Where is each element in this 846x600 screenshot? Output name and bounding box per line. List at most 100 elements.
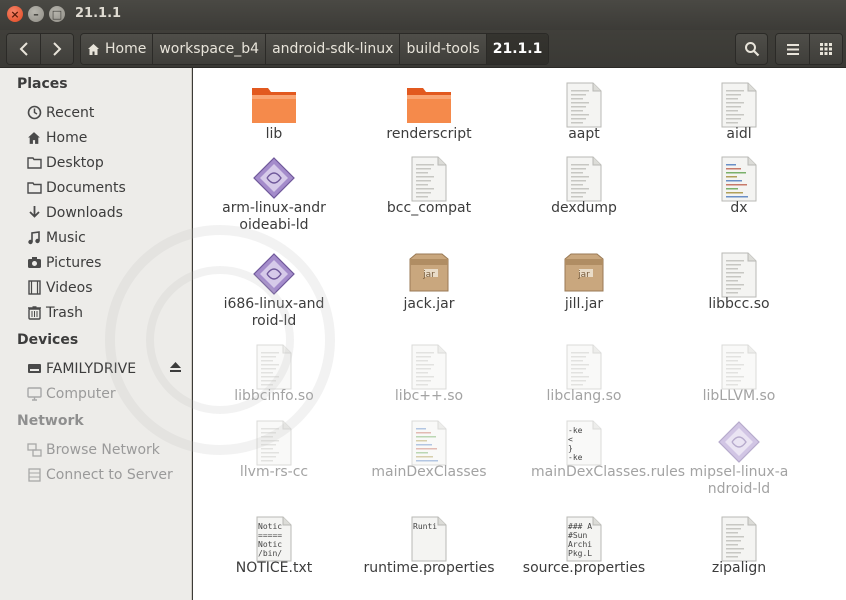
search-button[interactable] — [735, 33, 768, 65]
close-window-button[interactable]: × — [7, 6, 23, 22]
binary-file-icon — [720, 344, 758, 394]
network-heading: Network — [17, 413, 84, 429]
folder-icon — [406, 84, 452, 128]
sidebar-item-label: Desktop — [46, 154, 104, 171]
binary-file-icon — [410, 156, 448, 206]
sidebar-item-label: Videos — [46, 279, 93, 296]
file-name: libc++.so — [394, 388, 464, 404]
sidebar-item-music[interactable]: Music — [0, 225, 192, 250]
breadcrumb-current[interactable]: 21.1.1 — [485, 34, 549, 64]
file-name: libbcc.so — [708, 296, 770, 312]
breadcrumb-workspace[interactable]: workspace_b4 — [152, 34, 266, 64]
file-item[interactable]: arm-linux-androideabi-ld — [199, 152, 349, 242]
preview-line: < — [568, 435, 573, 444]
back-button[interactable] — [7, 34, 40, 64]
file-item[interactable]: llvm-rs-cc — [199, 416, 349, 506]
sidebar-item-videos[interactable]: Videos — [0, 275, 192, 300]
sidebar-item-recent[interactable]: Recent — [0, 100, 192, 125]
file-item[interactable]: Notic ===== Notic/bin/NOTICE.txt — [199, 512, 349, 600]
executable-icon — [252, 156, 296, 204]
file-item[interactable]: mainDexClasses — [354, 416, 504, 506]
file-item[interactable]: jar jack.jar — [354, 248, 504, 338]
file-item[interactable]: jar jill.jar — [509, 248, 659, 338]
preview-line: ### A — [568, 522, 593, 531]
binary-file-icon — [255, 420, 293, 470]
jar-tag-label: jar — [578, 270, 590, 280]
network-icon — [25, 441, 43, 459]
binary-file-icon — [565, 156, 603, 206]
breadcrumb-build-tools[interactable]: build-tools — [399, 34, 486, 64]
binary-file-icon — [565, 344, 603, 394]
sidebar-item-familydrive[interactable]: FAMILYDRIVE — [0, 356, 192, 381]
breadcrumb-android-sdk[interactable]: android-sdk-linux — [265, 34, 400, 64]
sidebar-item-label: Browse Network — [46, 441, 160, 458]
title-bar: × – □ 21.1.1 — [0, 0, 846, 30]
search-icon — [744, 42, 759, 57]
file-item[interactable]: bcc_compat — [354, 152, 504, 242]
sidebar: Places Recent Home Desktop Documents Dow… — [0, 68, 192, 600]
preview-line: Pkg.L — [568, 549, 593, 558]
file-item[interactable]: ### A #Sun Archi Pkg.L source.properties — [509, 512, 659, 600]
server-icon — [25, 466, 43, 484]
chevron-left-icon — [19, 42, 28, 56]
file-name: libclang.so — [546, 388, 622, 404]
file-view: lib renderscript aapt aidl arm-linux-android… — [193, 68, 846, 600]
maximize-window-button[interactable]: □ — [49, 6, 65, 22]
sidebar-item-label: Pictures — [46, 254, 102, 271]
file-item[interactable]: dx — [664, 152, 814, 242]
sidebar-item-label: Connect to Server — [46, 466, 173, 483]
sidebar-item-trash[interactable]: Trash — [0, 300, 192, 325]
preview-line: /bin/ — [258, 549, 283, 558]
binary-file-icon — [720, 82, 758, 132]
breadcrumb-label: build-tools — [406, 41, 480, 57]
minimize-window-button[interactable]: – — [28, 6, 44, 22]
sidebar-item-computer[interactable]: Computer — [0, 381, 192, 406]
file-name: llvm-rs-cc — [239, 464, 309, 480]
toolbar: Home workspace_b4 android-sdk-linux buil… — [0, 30, 846, 68]
sidebar-item-desktop[interactable]: Desktop — [0, 150, 192, 175]
preview-line: ===== — [258, 531, 283, 540]
preview-line: Notic — [258, 522, 283, 531]
navigation-buttons — [6, 33, 74, 65]
eject-icon[interactable] — [169, 361, 182, 377]
file-item[interactable]: i686-linux-android-ld — [199, 248, 349, 338]
file-name: aidl — [726, 126, 752, 142]
sidebar-item-label: Trash — [46, 304, 83, 321]
preview-line: Runti — [413, 522, 438, 531]
download-arrow-icon — [25, 204, 43, 222]
sidebar-item-pictures[interactable]: Pictures — [0, 250, 192, 275]
view-options — [775, 33, 843, 65]
file-name: libLLVM.so — [702, 388, 776, 404]
file-item[interactable]: libbcc.so — [664, 248, 814, 338]
sidebar-item-documents[interactable]: Documents — [0, 175, 192, 200]
preview-line: } — [568, 444, 573, 453]
sidebar-item-browse-network[interactable]: Browse Network — [0, 437, 192, 462]
binary-file-icon — [565, 82, 603, 132]
trash-icon — [25, 304, 43, 322]
binary-file-icon — [720, 516, 758, 566]
file-name: lib — [265, 126, 283, 142]
music-note-icon — [25, 229, 43, 247]
film-icon — [25, 279, 43, 297]
folder-icon — [251, 84, 297, 128]
file-item[interactable]: Runti runtime.properties — [354, 512, 504, 600]
file-item[interactable]: mipsel-linux-android-ld — [664, 416, 814, 506]
menu-button[interactable] — [776, 34, 809, 64]
file-item[interactable]: dexdump — [509, 152, 659, 242]
sidebar-item-label: Recent — [46, 104, 95, 121]
file-name: arm-linux-androideabi-ld — [222, 200, 326, 233]
breadcrumb-label: 21.1.1 — [492, 41, 543, 57]
sidebar-item-label: Home — [46, 129, 88, 146]
sidebar-item-home[interactable]: Home — [0, 125, 192, 150]
forward-button[interactable] — [40, 34, 73, 64]
file-name: jack.jar — [403, 296, 455, 312]
file-item[interactable]: zipalign — [664, 512, 814, 600]
file-name: libbcinfo.so — [234, 388, 314, 404]
sidebar-item-connect-server[interactable]: Connect to Server — [0, 462, 192, 487]
grid-view-button[interactable] — [809, 34, 842, 64]
file-name: zipalign — [711, 560, 767, 576]
file-item[interactable]: -ke <} -ke mainDexClasses.rules — [509, 416, 685, 506]
preview-line: -ke — [568, 426, 583, 435]
sidebar-item-downloads[interactable]: Downloads — [0, 200, 192, 225]
breadcrumb-home[interactable]: Home — [81, 34, 153, 64]
